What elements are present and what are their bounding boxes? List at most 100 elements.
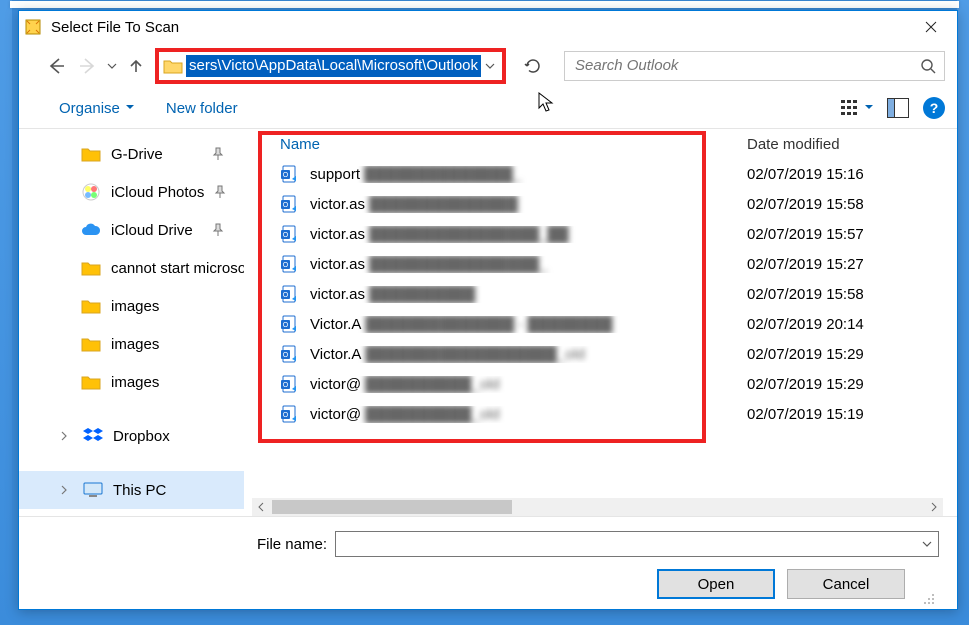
file-name: victor@██████████_old	[310, 376, 747, 393]
preview-pane-button[interactable]	[887, 98, 909, 118]
sidebar-item-icphotos[interactable]: iCloud Photos	[19, 173, 244, 211]
search-box[interactable]	[564, 51, 945, 81]
outlook-file-icon: O	[280, 374, 300, 394]
back-button[interactable]	[41, 51, 71, 81]
view-options-button[interactable]	[841, 99, 873, 117]
column-header-date[interactable]: Date modified	[747, 136, 957, 153]
address-dropdown-button[interactable]	[481, 61, 499, 71]
svg-text:O: O	[283, 412, 289, 419]
filename-label: File name:	[37, 536, 327, 553]
sidebar-item-dropbox[interactable]: Dropbox	[19, 417, 244, 455]
chevron-right-icon	[59, 431, 69, 441]
new-folder-button[interactable]: New folder	[166, 100, 238, 117]
footer: File name: Open Cancel	[19, 516, 957, 609]
sidebar-item-this-pc[interactable]: This PC	[19, 471, 244, 509]
file-pane: Name Date modified Osupport█████████████…	[250, 129, 957, 516]
file-name: victor.as██████████	[310, 286, 747, 303]
help-button[interactable]: ?	[923, 97, 945, 119]
scroll-left-button[interactable]	[252, 498, 270, 516]
sidebar-item-label: This PC	[113, 482, 166, 499]
outlook-file-icon: O	[280, 164, 300, 184]
file-date: 02/07/2019 15:57	[747, 226, 957, 243]
outlook-file-icon: O	[280, 254, 300, 274]
sidebar-item-images2[interactable]: images	[19, 325, 244, 363]
open-button[interactable]: Open	[657, 569, 775, 599]
refresh-button[interactable]	[518, 51, 548, 81]
sidebar-item-gdrive[interactable]: G-Drive	[19, 135, 244, 173]
svg-text:O: O	[283, 202, 289, 209]
recent-locations-button[interactable]	[107, 61, 117, 71]
svg-text:O: O	[283, 322, 289, 329]
sidebar-item-icdrive[interactable]: iCloud Drive	[19, 211, 244, 249]
view-icon	[841, 99, 861, 117]
file-row[interactable]: Ovictor@██████████_old02/07/2019 15:29	[250, 369, 957, 399]
file-row[interactable]: O Victor.A██████████████ - ████████02/07/…	[250, 309, 957, 339]
folder-icon	[81, 297, 101, 315]
sidebar-item-label: iCloud Drive	[111, 222, 193, 239]
app-icon	[25, 19, 41, 35]
file-date: 02/07/2019 15:27	[747, 256, 957, 273]
cancel-button[interactable]: Cancel	[787, 569, 905, 599]
sidebar-item-label: Dropbox	[113, 428, 170, 445]
file-date: 02/07/2019 15:29	[747, 346, 957, 363]
sidebar-item-label: images	[111, 298, 159, 315]
folder-icon	[81, 259, 101, 277]
file-date: 02/07/2019 15:58	[747, 196, 957, 213]
outlook-file-icon: O	[280, 224, 300, 244]
sidebar: G-Drive iCloud Photos iCloud Drive cannot s…	[19, 129, 244, 516]
file-name: victor.as████████████████_	[310, 256, 747, 273]
file-row[interactable]: Osupport██████████████_02/07/2019 15:16	[250, 159, 957, 189]
open-label: Open	[698, 576, 735, 593]
toolbar-row: Organise New folder ?	[19, 88, 957, 128]
window-title: Select File To Scan	[51, 19, 909, 36]
file-row[interactable]: OVictor.A██████████████████_old02/07/201…	[250, 339, 957, 369]
sidebar-item-images3[interactable]: images	[19, 363, 244, 401]
organise-button[interactable]: Organise	[59, 100, 134, 117]
file-name: Victor.A██████████████ - ████████	[310, 316, 747, 333]
sidebar-item-label: iCloud Photos	[111, 184, 204, 201]
folder-icon	[162, 57, 184, 75]
sidebar-item-label: G-Drive	[111, 146, 163, 163]
file-date: 02/07/2019 20:14	[747, 316, 957, 333]
search-input[interactable]	[573, 56, 920, 75]
dropbox-icon	[83, 427, 103, 445]
search-icon[interactable]	[920, 58, 936, 74]
scroll-right-button[interactable]	[925, 498, 943, 516]
svg-text:O: O	[283, 232, 289, 239]
file-row[interactable]: Ovictor@██████████_old02/07/2019 15:19	[250, 399, 957, 429]
close-button[interactable]	[909, 11, 953, 43]
file-name: victor.as████████████████_██	[310, 226, 747, 243]
button-row: Open Cancel	[37, 569, 939, 599]
chevron-right-icon	[59, 485, 69, 495]
pin-icon	[214, 185, 226, 199]
address-bar-highlight: sers\Victo\AppData\Local\Microsoft\Outlo…	[155, 48, 506, 84]
filename-row: File name:	[37, 531, 939, 557]
sidebar-item-cannot[interactable]: cannot start microsoft outlook	[19, 249, 244, 287]
column-header-name[interactable]: Name	[280, 136, 747, 153]
pin-icon	[212, 223, 224, 237]
file-date: 02/07/2019 15:58	[747, 286, 957, 303]
outlook-file-icon: O	[280, 314, 300, 334]
main-area: G-Drive iCloud Photos iCloud Drive cannot s…	[19, 128, 957, 516]
filename-input[interactable]	[335, 531, 939, 557]
file-row[interactable]: Ovictor.as██████████████02/07/2019 15:58	[250, 189, 957, 219]
sidebar-item-label: images	[111, 374, 159, 391]
scroll-thumb[interactable]	[272, 500, 512, 514]
folder-icon	[81, 183, 101, 201]
file-name: support██████████████_	[310, 166, 747, 183]
pin-icon	[212, 147, 224, 161]
filename-dropdown-button[interactable]	[922, 539, 932, 549]
svg-text:O: O	[283, 172, 289, 179]
file-row[interactable]: Ovictor.as████████████████_02/07/2019 15…	[250, 249, 957, 279]
forward-button[interactable]	[73, 51, 103, 81]
sidebar-item-images1[interactable]: images	[19, 287, 244, 325]
new-folder-label: New folder	[166, 100, 238, 117]
address-input[interactable]: sers\Victo\AppData\Local\Microsoft\Outlo…	[186, 55, 481, 77]
resize-grip[interactable]	[921, 591, 935, 605]
file-row[interactable]: Ovictor.as████████████████_██02/07/2019 …	[250, 219, 957, 249]
up-button[interactable]	[121, 51, 151, 81]
horizontal-scrollbar[interactable]	[252, 498, 943, 516]
outlook-file-icon: O	[280, 344, 300, 364]
folder-icon	[81, 373, 101, 391]
file-row[interactable]: Ovictor.as██████████02/07/2019 15:58	[250, 279, 957, 309]
